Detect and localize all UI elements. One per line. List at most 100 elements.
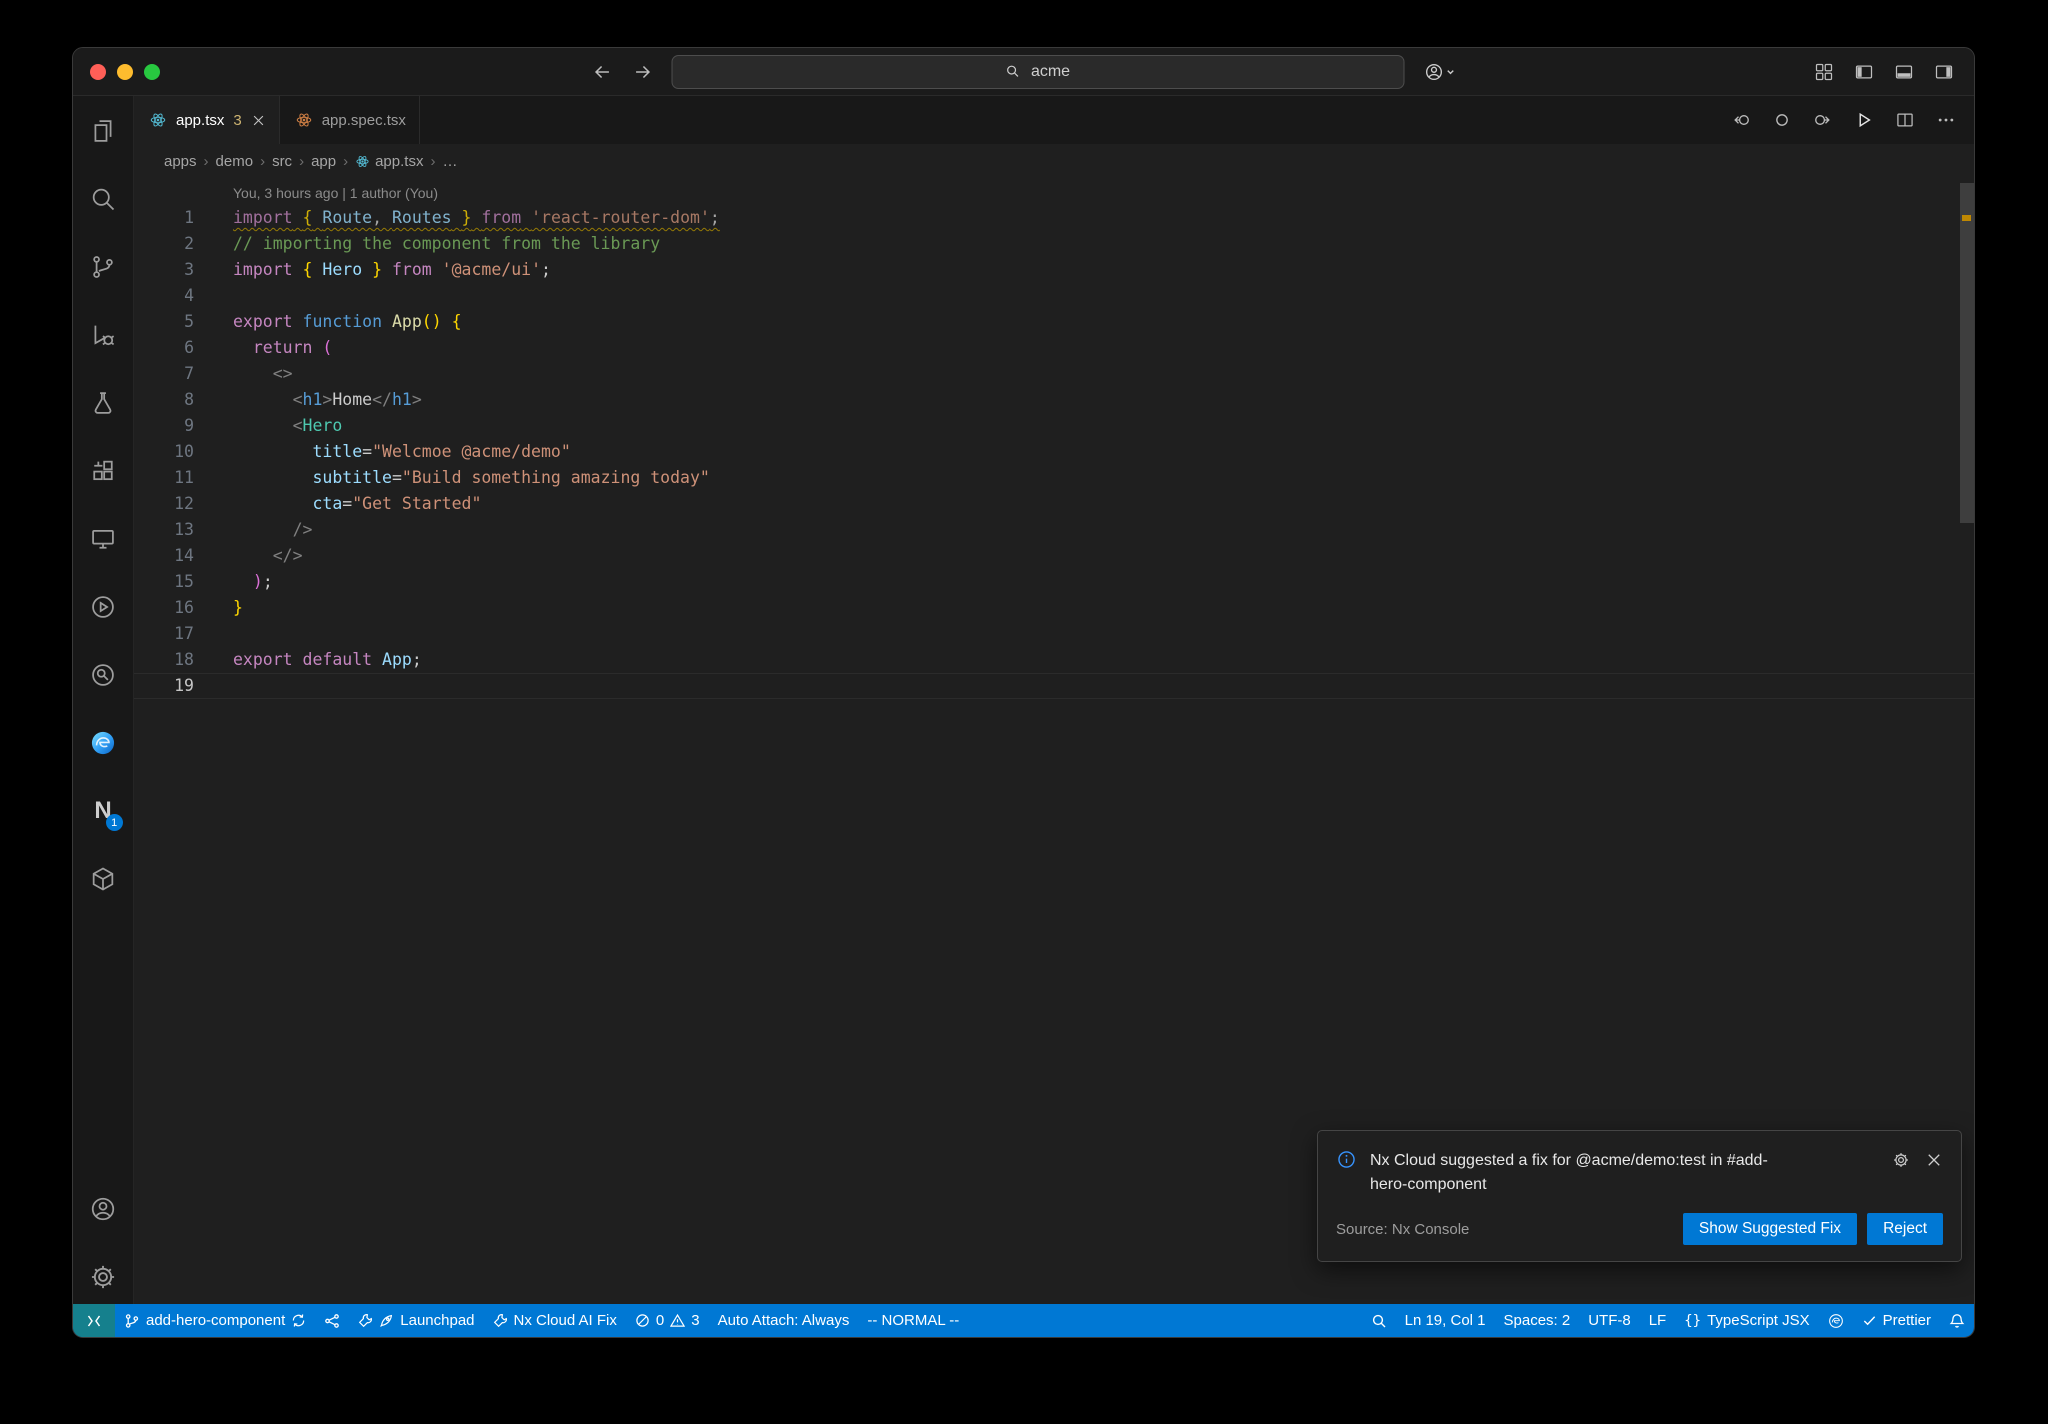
code-line[interactable]: 17 — [134, 621, 1974, 647]
code-line[interactable]: 7 <> — [134, 361, 1974, 387]
code-line[interactable]: 3 import { Hero } from '@acme/ui'; — [134, 257, 1974, 283]
code-line[interactable]: 4 — [134, 283, 1974, 309]
code-line-content: export function App() { — [233, 312, 462, 331]
code-line[interactable]: 13 /> — [134, 517, 1974, 543]
account-menu-icon[interactable] — [1422, 61, 1456, 83]
toggle-panel-icon[interactable] — [1894, 62, 1914, 82]
notifications-bell-item[interactable] — [1940, 1304, 1974, 1337]
code-line[interactable]: 12 cta="Get Started" — [134, 491, 1974, 517]
launchpad-item[interactable]: Launchpad — [349, 1304, 483, 1337]
run-debug-icon[interactable] — [88, 320, 118, 350]
line-number: 17 — [174, 624, 194, 643]
line-number: 4 — [184, 286, 194, 305]
breadcrumb-item[interactable]: apps — [164, 153, 197, 170]
settings-gear-icon[interactable] — [88, 1262, 118, 1292]
nav-forward-icon[interactable] — [1813, 110, 1833, 130]
breadcrumb-item[interactable]: src — [272, 153, 292, 170]
toggle-sidebar-left-icon[interactable] — [1854, 62, 1874, 82]
line-number: 7 — [184, 364, 194, 383]
breadcrumb-item[interactable]: app — [311, 153, 336, 170]
minimize-window-button[interactable] — [117, 63, 133, 80]
auto-attach-item[interactable]: Auto Attach: Always — [709, 1304, 859, 1337]
remote-indicator[interactable] — [73, 1304, 115, 1337]
testing-icon[interactable] — [88, 388, 118, 418]
maximize-window-button[interactable] — [144, 63, 160, 80]
close-icon[interactable] — [251, 113, 266, 128]
tab-app-spec-tsx[interactable]: app.spec.tsx — [280, 96, 420, 144]
account-icon[interactable] — [88, 1194, 118, 1224]
wrench-icon — [493, 1313, 508, 1328]
nx-console-icon[interactable]: N1 — [88, 796, 123, 831]
split-editor-icon[interactable] — [1895, 110, 1915, 130]
code-line[interactable]: 16} — [134, 595, 1974, 621]
vim-mode-item[interactable]: -- NORMAL -- — [858, 1304, 968, 1337]
record-icon[interactable] — [1772, 110, 1792, 130]
overview-ruler-warning-mark — [1962, 215, 1971, 221]
editor-scrollbar[interactable] — [1960, 179, 1974, 1304]
edge-browser-item[interactable] — [1819, 1304, 1853, 1337]
close-window-button[interactable] — [90, 63, 106, 80]
code-line[interactable]: 18 export default App; — [134, 647, 1974, 673]
info-icon — [1336, 1149, 1357, 1170]
toggle-sidebar-right-icon[interactable] — [1934, 62, 1954, 82]
cursor-position-item[interactable]: Ln 19, Col 1 — [1396, 1304, 1495, 1337]
line-number: 13 — [174, 520, 194, 539]
code-search-icon[interactable] — [88, 660, 118, 690]
remote-explorer-icon[interactable] — [88, 524, 118, 554]
nav-back-icon[interactable] — [1731, 110, 1751, 130]
title-bar: acme — [73, 48, 1974, 96]
customize-layout-icon[interactable] — [1814, 62, 1834, 82]
encoding-item[interactable]: UTF-8 — [1579, 1304, 1640, 1337]
reject-button[interactable]: Reject — [1867, 1213, 1943, 1245]
close-icon[interactable] — [1925, 1151, 1943, 1169]
line-number: 9 — [184, 416, 194, 435]
source-control-icon[interactable] — [88, 252, 118, 282]
code-line[interactable]: 8 <h1>Home</h1> — [134, 387, 1974, 413]
code-line[interactable]: 1 import { Route, Routes } from 'react-ro… — [134, 205, 1974, 231]
gear-icon[interactable] — [1892, 1151, 1910, 1169]
tab-app-tsx[interactable]: app.tsx 3 — [134, 96, 280, 144]
warning-icon — [670, 1313, 686, 1328]
package-icon[interactable] — [88, 864, 118, 894]
breadcrumb-item[interactable]: demo — [216, 153, 254, 170]
run-icon[interactable] — [1854, 110, 1874, 130]
braces-icon: {} — [1684, 1312, 1702, 1329]
nx-cloud-fix-item[interactable]: Nx Cloud AI Fix — [484, 1304, 626, 1337]
formatter-item[interactable]: Prettier — [1853, 1304, 1940, 1337]
code-line[interactable]: 6 return ( — [134, 335, 1974, 361]
explorer-icon[interactable] — [88, 116, 118, 146]
git-branch-item[interactable]: add-hero-component — [115, 1304, 315, 1337]
command-center-search[interactable]: acme — [671, 54, 1404, 89]
code-line[interactable]: 5 export function App() { — [134, 309, 1974, 335]
line-number: 1 — [184, 208, 194, 227]
breadcrumb-file[interactable]: app.tsx — [355, 153, 423, 170]
run-tasks-icon[interactable] — [88, 592, 118, 622]
scrollbar-thumb[interactable] — [1960, 183, 1974, 523]
line-number: 15 — [174, 572, 194, 591]
code-line[interactable]: 9 <Hero — [134, 413, 1974, 439]
show-suggested-fix-button[interactable]: Show Suggested Fix — [1682, 1213, 1858, 1245]
code-line[interactable]: 19 — [134, 673, 1974, 699]
more-actions-icon[interactable] — [1936, 110, 1956, 130]
code-line[interactable]: 14 </> — [134, 543, 1974, 569]
search-icon[interactable] — [88, 184, 118, 214]
problems-item[interactable]: 0 3 — [626, 1304, 709, 1337]
language-mode-item[interactable]: {} TypeScript JSX — [1675, 1304, 1818, 1337]
forward-arrow-icon[interactable] — [631, 61, 653, 83]
zoom-item[interactable] — [1362, 1304, 1396, 1337]
line-number: 3 — [184, 260, 194, 279]
extensions-icon[interactable] — [88, 456, 118, 486]
code-line[interactable]: 2 // importing the component from the lib… — [134, 231, 1974, 257]
edge-browser-icon[interactable] — [88, 728, 118, 758]
nx-graph-item[interactable] — [315, 1304, 349, 1337]
code-line[interactable]: 10 title="Welcmoe @acme/demo" — [134, 439, 1974, 465]
code-line[interactable]: 15 ); — [134, 569, 1974, 595]
codelens[interactable]: You, 3 hours ago | 1 author (You) — [134, 181, 1974, 205]
breadcrumb-tail[interactable]: … — [442, 153, 457, 170]
eol-item[interactable]: LF — [1640, 1304, 1676, 1337]
check-icon — [1862, 1313, 1877, 1328]
indentation-item[interactable]: Spaces: 2 — [1495, 1304, 1580, 1337]
back-arrow-icon[interactable] — [591, 61, 613, 83]
code-line[interactable]: 11 subtitle="Build something amazing tod… — [134, 465, 1974, 491]
window-controls — [73, 63, 233, 80]
